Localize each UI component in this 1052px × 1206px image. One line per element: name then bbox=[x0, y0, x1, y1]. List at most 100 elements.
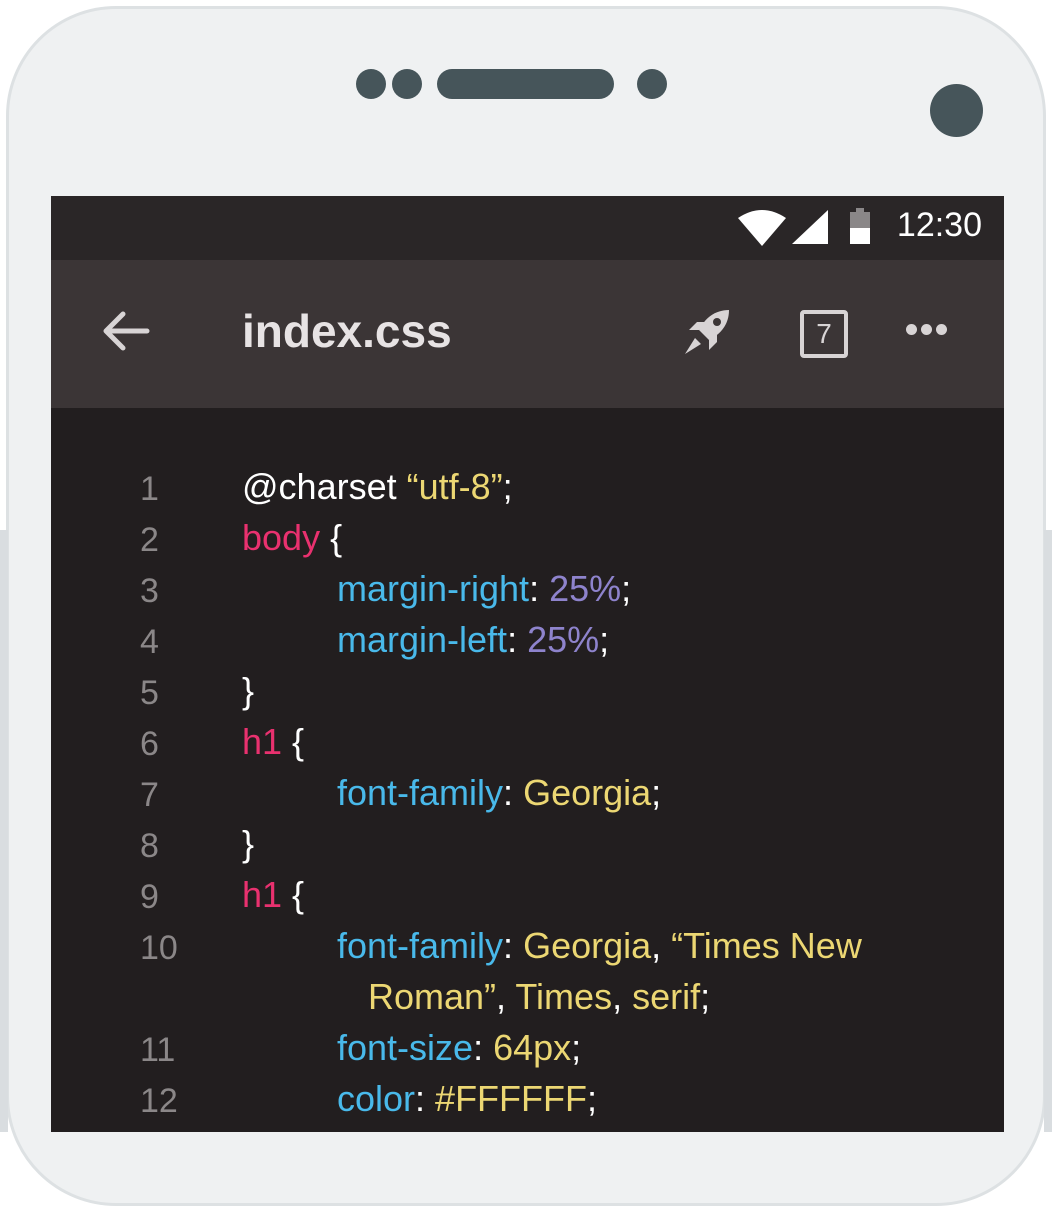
code-line[interactable]: 5} bbox=[51, 670, 1004, 721]
code-token: margin-left bbox=[337, 619, 508, 660]
code-text: h1 { bbox=[242, 721, 304, 763]
code-token: ; bbox=[571, 1027, 582, 1068]
code-text: margin-left: 25%; bbox=[337, 619, 609, 661]
proximity-sensor bbox=[637, 69, 667, 99]
line-number: 3 bbox=[140, 572, 159, 610]
code-token: font-family bbox=[337, 772, 504, 813]
line-number: 9 bbox=[140, 878, 159, 916]
code-token: h1 bbox=[242, 874, 283, 915]
code-token: { bbox=[282, 721, 305, 762]
sensor-dot bbox=[392, 69, 422, 99]
code-token: Roman” bbox=[368, 976, 497, 1017]
code-token: } bbox=[242, 823, 255, 864]
code-token: serif bbox=[632, 976, 701, 1017]
signal-icon bbox=[792, 210, 828, 244]
status-time: 12:30 bbox=[896, 206, 982, 244]
tabs-counter-icon[interactable]: 7 bbox=[800, 310, 848, 358]
wifi-icon bbox=[738, 210, 786, 246]
code-token: ; bbox=[621, 568, 632, 609]
code-token: : bbox=[503, 925, 524, 966]
code-token: body bbox=[242, 517, 321, 558]
code-token: #FFFFFF bbox=[435, 1078, 588, 1119]
file-title: index.css bbox=[242, 305, 452, 357]
code-token: h1 bbox=[242, 721, 283, 762]
code-text: h1 { bbox=[242, 874, 304, 916]
battery-icon bbox=[850, 208, 870, 244]
code-token: : bbox=[529, 568, 550, 609]
code-token: 64px bbox=[493, 1027, 572, 1068]
code-token: Times bbox=[515, 976, 613, 1017]
line-number: 4 bbox=[140, 623, 159, 661]
code-text: } bbox=[242, 823, 254, 865]
code-token: : bbox=[507, 619, 528, 660]
code-token: font-family bbox=[337, 925, 504, 966]
code-token: , bbox=[612, 976, 633, 1017]
line-number: 10 bbox=[140, 929, 178, 967]
code-text: } bbox=[242, 670, 254, 712]
line-number: 12 bbox=[140, 1082, 178, 1120]
code-token: font-size bbox=[337, 1027, 474, 1068]
code-text: body { bbox=[242, 517, 342, 559]
code-line[interactable]: 11 font-size: 64px; bbox=[51, 1027, 1004, 1078]
code-line[interactable]: 7 font-family: Georgia; bbox=[51, 772, 1004, 823]
line-number: 7 bbox=[140, 776, 159, 814]
code-token: : bbox=[415, 1078, 436, 1119]
code-text: font-family: Georgia, “Times New bbox=[337, 925, 862, 967]
code-token: { bbox=[282, 874, 305, 915]
code-token: margin-right bbox=[337, 568, 530, 609]
line-number: 2 bbox=[140, 521, 159, 559]
code-token: : bbox=[503, 772, 524, 813]
code-token: , bbox=[496, 976, 516, 1017]
code-text: font-size: 64px; bbox=[337, 1027, 581, 1069]
code-token: Georgia bbox=[523, 772, 652, 813]
line-number: 11 bbox=[140, 1031, 176, 1069]
code-text: Roman”, Times, serif; bbox=[368, 976, 710, 1018]
code-text: margin-right: 25%; bbox=[337, 568, 631, 610]
code-line[interactable]: 2 body { bbox=[51, 517, 1004, 568]
code-token: } bbox=[242, 670, 255, 711]
front-camera bbox=[930, 84, 983, 137]
code-line[interactable]: 1 @charset “utf-8”; bbox=[51, 466, 1004, 517]
code-token: “Times New bbox=[671, 925, 862, 966]
app-toolbar: index.css 7 bbox=[51, 260, 1004, 408]
code-text: @charset “utf-8”; bbox=[242, 466, 513, 508]
line-number: 6 bbox=[140, 725, 159, 763]
code-line[interactable]: 3 margin-right: 25%; bbox=[51, 568, 1004, 619]
code-line[interactable]: Roman”, Times, serif; bbox=[51, 976, 1004, 1027]
code-text: color: #FFFFFF; bbox=[337, 1078, 597, 1120]
code-token: 25% bbox=[527, 619, 600, 660]
phone-side-edge-right bbox=[1044, 530, 1052, 1132]
code-token: ; bbox=[587, 1078, 598, 1119]
line-number: 8 bbox=[140, 827, 159, 865]
code-line[interactable]: 4 margin-left: 25%; bbox=[51, 619, 1004, 670]
code-editor[interactable]: 1 @charset “utf-8”; 2 body {3 margin-right: … bbox=[51, 466, 1004, 1129]
code-token: ; bbox=[700, 976, 711, 1017]
code-line[interactable]: 8} bbox=[51, 823, 1004, 874]
code-line[interactable]: 6 h1 { bbox=[51, 721, 1004, 772]
rocket-icon[interactable] bbox=[681, 306, 733, 358]
code-token: ; bbox=[651, 772, 662, 813]
code-line[interactable]: 10 font-family: Georgia, “Times New bbox=[51, 925, 1004, 976]
device-screen: 12:30 index.css 7 1 @charset “utf-8”; 2 bod… bbox=[51, 196, 1004, 1132]
status-bar: 12:30 bbox=[51, 196, 1004, 260]
code-line[interactable]: 12 color: #FFFFFF; bbox=[51, 1078, 1004, 1129]
line-number: 1 bbox=[140, 470, 159, 508]
code-token: color bbox=[337, 1078, 416, 1119]
code-token: : bbox=[473, 1027, 494, 1068]
code-token: 25% bbox=[549, 568, 622, 609]
arrow-left-icon[interactable] bbox=[101, 306, 151, 356]
earpiece-speaker bbox=[437, 69, 614, 99]
code-token: “utf-8” bbox=[406, 466, 503, 507]
line-number: 5 bbox=[140, 674, 159, 712]
more-horizontal-icon[interactable] bbox=[906, 322, 952, 338]
sensor-dot bbox=[356, 69, 386, 99]
code-token: Georgia bbox=[523, 925, 652, 966]
code-token: , bbox=[651, 925, 672, 966]
code-token: ; bbox=[502, 466, 513, 507]
code-text: font-family: Georgia; bbox=[337, 772, 661, 814]
code-token: ; bbox=[599, 619, 610, 660]
code-line[interactable]: 9 h1 { bbox=[51, 874, 1004, 925]
phone-side-edge-left bbox=[0, 530, 8, 1132]
code-token: @charset bbox=[242, 466, 407, 507]
code-token: { bbox=[320, 517, 343, 558]
